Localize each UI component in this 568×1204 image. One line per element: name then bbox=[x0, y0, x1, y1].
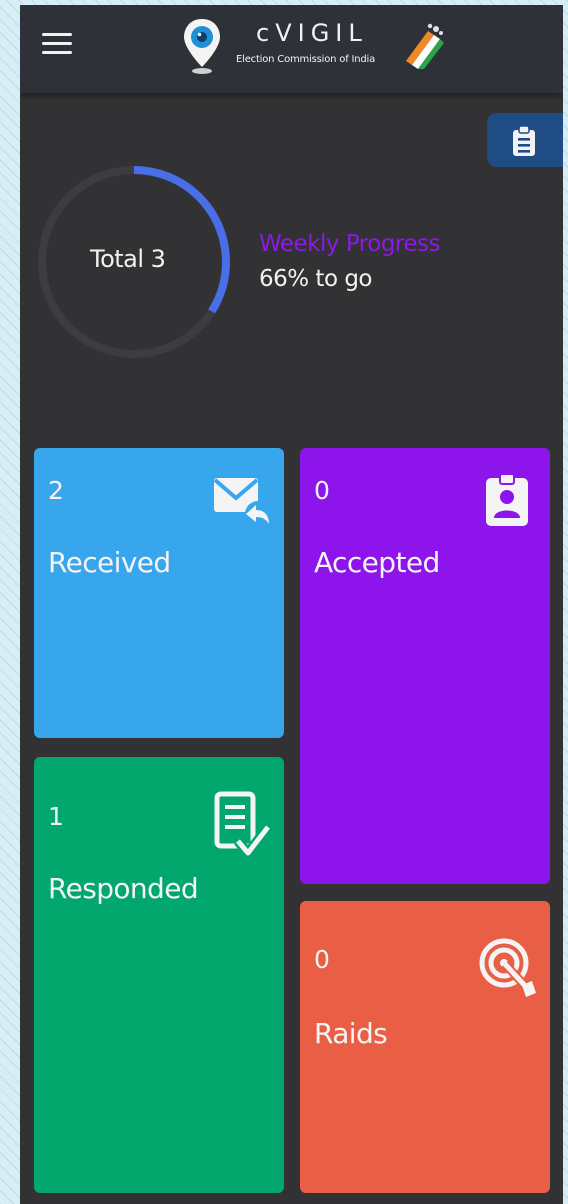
received-label: Received bbox=[48, 546, 171, 579]
weekly-progress-title: Weekly Progress bbox=[259, 231, 440, 257]
total-count-label: Total 3 bbox=[90, 245, 166, 273]
app-name: cVIGIL bbox=[256, 19, 368, 47]
responded-tile[interactable]: 1 Responded bbox=[34, 757, 284, 1193]
hamburger-menu-icon[interactable] bbox=[42, 33, 72, 57]
report-list-button[interactable] bbox=[487, 113, 563, 167]
eye-location-pin-icon bbox=[184, 19, 220, 74]
responded-count: 1 bbox=[48, 802, 64, 831]
accepted-label: Accepted bbox=[314, 546, 440, 579]
raids-label: Raids bbox=[314, 1017, 388, 1050]
accepted-count: 0 bbox=[314, 476, 330, 505]
app-screen: cVIGIL Election Commission of India Tota… bbox=[20, 5, 563, 1204]
voting-ink-finger-icon bbox=[406, 23, 444, 69]
responded-label: Responded bbox=[48, 872, 199, 905]
raids-count: 0 bbox=[314, 945, 330, 974]
document-check-icon bbox=[214, 791, 270, 858]
app-subtitle: Election Commission of India bbox=[236, 54, 376, 65]
received-tile[interactable]: 2 Received bbox=[34, 448, 284, 738]
received-count: 2 bbox=[48, 476, 64, 505]
app-header: cVIGIL Election Commission of India bbox=[20, 5, 563, 93]
accepted-tile[interactable]: 0 Accepted bbox=[300, 448, 550, 884]
raids-tile[interactable]: 0 Raids bbox=[300, 901, 550, 1193]
target-icon bbox=[479, 938, 536, 997]
mail-reply-icon bbox=[213, 478, 271, 527]
progress-remaining-text: 66% to go bbox=[259, 266, 373, 292]
id-badge-icon bbox=[486, 473, 528, 526]
clipboard-icon bbox=[513, 125, 535, 156]
